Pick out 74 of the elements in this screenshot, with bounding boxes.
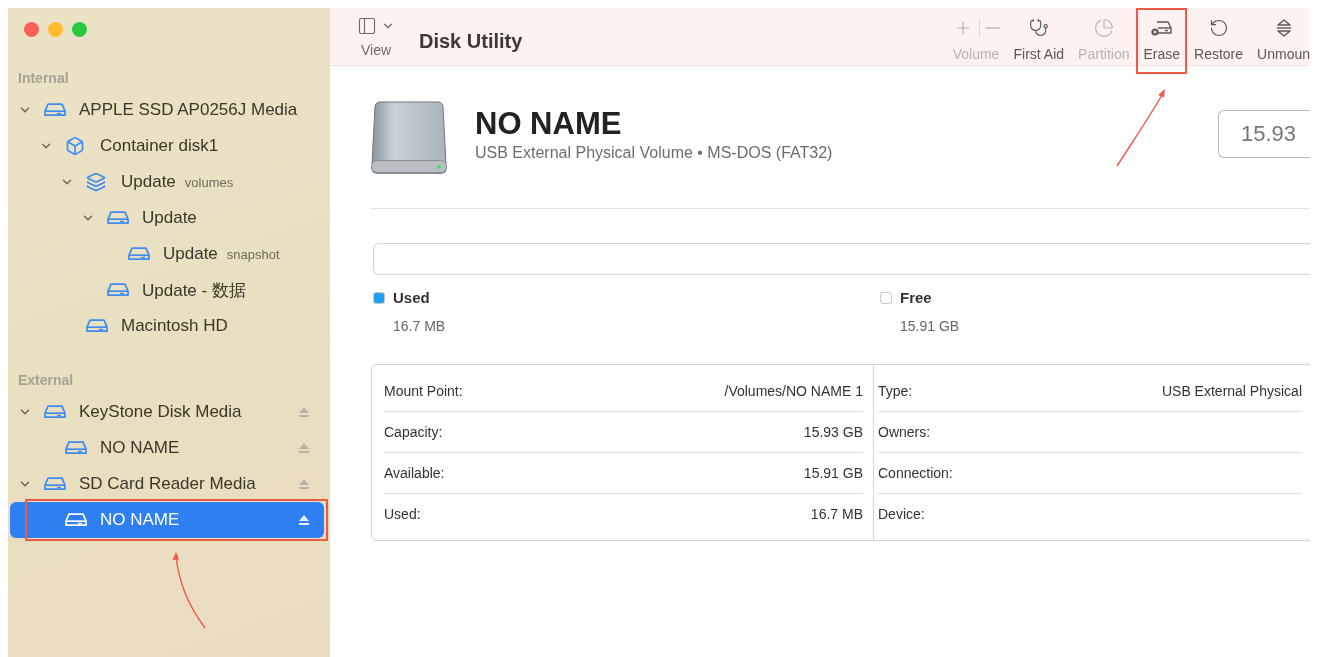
- stethoscope-icon: [1028, 18, 1049, 38]
- drive-icon: [65, 512, 87, 528]
- capacity-badge: 15.93: [1218, 110, 1310, 158]
- item-name: Update: [142, 208, 197, 228]
- drive-icon: [44, 476, 66, 492]
- legend-label: Free: [900, 289, 932, 306]
- volume-description: USB External Physical Volume • MS-DOS (FAT32): [475, 144, 833, 162]
- sidebar-item[interactable]: NO NAME: [10, 502, 324, 538]
- window-control[interactable]: [72, 22, 87, 37]
- sidebar-item[interactable]: Macintosh HD: [10, 308, 324, 344]
- item-name: Update: [121, 172, 176, 192]
- info-value: 16.7 MB: [810, 506, 863, 522]
- info-value: 15.91 GB: [803, 465, 863, 481]
- item-name: KeyStone Disk Media: [79, 402, 242, 422]
- section-heading: Internal: [17, 69, 70, 88]
- item-name: NO NAME: [100, 510, 180, 530]
- drive-icon: [128, 246, 150, 262]
- item-name: NO NAME: [100, 438, 180, 458]
- item-name: Macintosh HD: [121, 316, 228, 336]
- toolbar-button[interactable]: Unmoun: [1252, 16, 1310, 70]
- sidebar-item[interactable]: APPLE SSD AP0256J Media: [10, 92, 324, 128]
- legend-value: 16.7 MB: [393, 318, 447, 334]
- info-label: Owners:: [878, 424, 931, 440]
- drive-icon: [44, 404, 66, 420]
- item-name: Update - 数据: [142, 279, 246, 302]
- legend-label: Used: [393, 289, 430, 306]
- eject-icon[interactable]: [298, 514, 310, 526]
- drive-icon: [107, 282, 129, 298]
- drive-icon: [44, 102, 66, 118]
- item-name: APPLE SSD AP0256J Media: [79, 100, 298, 120]
- section-heading: External: [17, 371, 75, 390]
- window-control[interactable]: [24, 22, 39, 37]
- volume-name: NO NAME: [475, 106, 623, 142]
- restore-icon: [1208, 18, 1229, 38]
- item-name: Container disk1: [100, 136, 219, 156]
- window-title: Disk Utility: [419, 30, 523, 53]
- toolbar-button[interactable]: Restore: [1189, 16, 1249, 70]
- info-value: 15.93 GB: [803, 424, 863, 440]
- sidebar-item[interactable]: Update - 数据: [10, 272, 324, 308]
- sidebar-item[interactable]: SD Card Reader Media: [10, 466, 324, 502]
- item-name: SD Card Reader Media: [79, 474, 256, 494]
- info-label: Connection:: [878, 465, 953, 481]
- drive-icon: [107, 210, 129, 226]
- sidebar-icon: [357, 16, 377, 36]
- legend-value: 15.91 GB: [900, 318, 961, 334]
- layers-icon: [86, 172, 106, 192]
- minus-icon: [985, 27, 1000, 29]
- sidebar-item[interactable]: Update snapshot: [10, 236, 324, 272]
- erase-drive-icon: [1149, 19, 1174, 37]
- pie-chart-icon: [1093, 18, 1114, 38]
- sidebar-item[interactable]: Update: [10, 200, 324, 236]
- item-name: Update: [163, 244, 218, 264]
- info-label: Used:: [384, 506, 421, 522]
- item-kind: snapshot: [226, 246, 280, 262]
- info-label: Device:: [878, 506, 925, 522]
- item-kind: volumes: [184, 174, 234, 190]
- info-value: /Volumes/NO NAME 1: [724, 383, 863, 399]
- box-icon: [65, 136, 85, 156]
- view-button[interactable]: View: [357, 16, 395, 58]
- drive-icon: [86, 318, 108, 334]
- sidebar-item[interactable]: Container disk1: [10, 128, 324, 164]
- external-drive-icon: [370, 100, 448, 176]
- info-label: Type:: [878, 383, 913, 399]
- drive-icon: [65, 440, 87, 456]
- info-label: Capacity:: [384, 424, 443, 440]
- unmount-icon: [1274, 18, 1293, 38]
- info-value: USB External Physical: [1161, 383, 1302, 399]
- toolbar-button[interactable]: Erase: [1138, 16, 1186, 70]
- info-label: Mount Point:: [384, 383, 463, 399]
- toolbar-button[interactable]: First Aid: [1008, 16, 1070, 70]
- info-label: Available:: [384, 465, 445, 481]
- sidebar-item[interactable]: NO NAME: [10, 430, 324, 466]
- sidebar-item[interactable]: Update volumes: [10, 164, 324, 200]
- sidebar-item[interactable]: KeyStone Disk Media: [10, 394, 324, 430]
